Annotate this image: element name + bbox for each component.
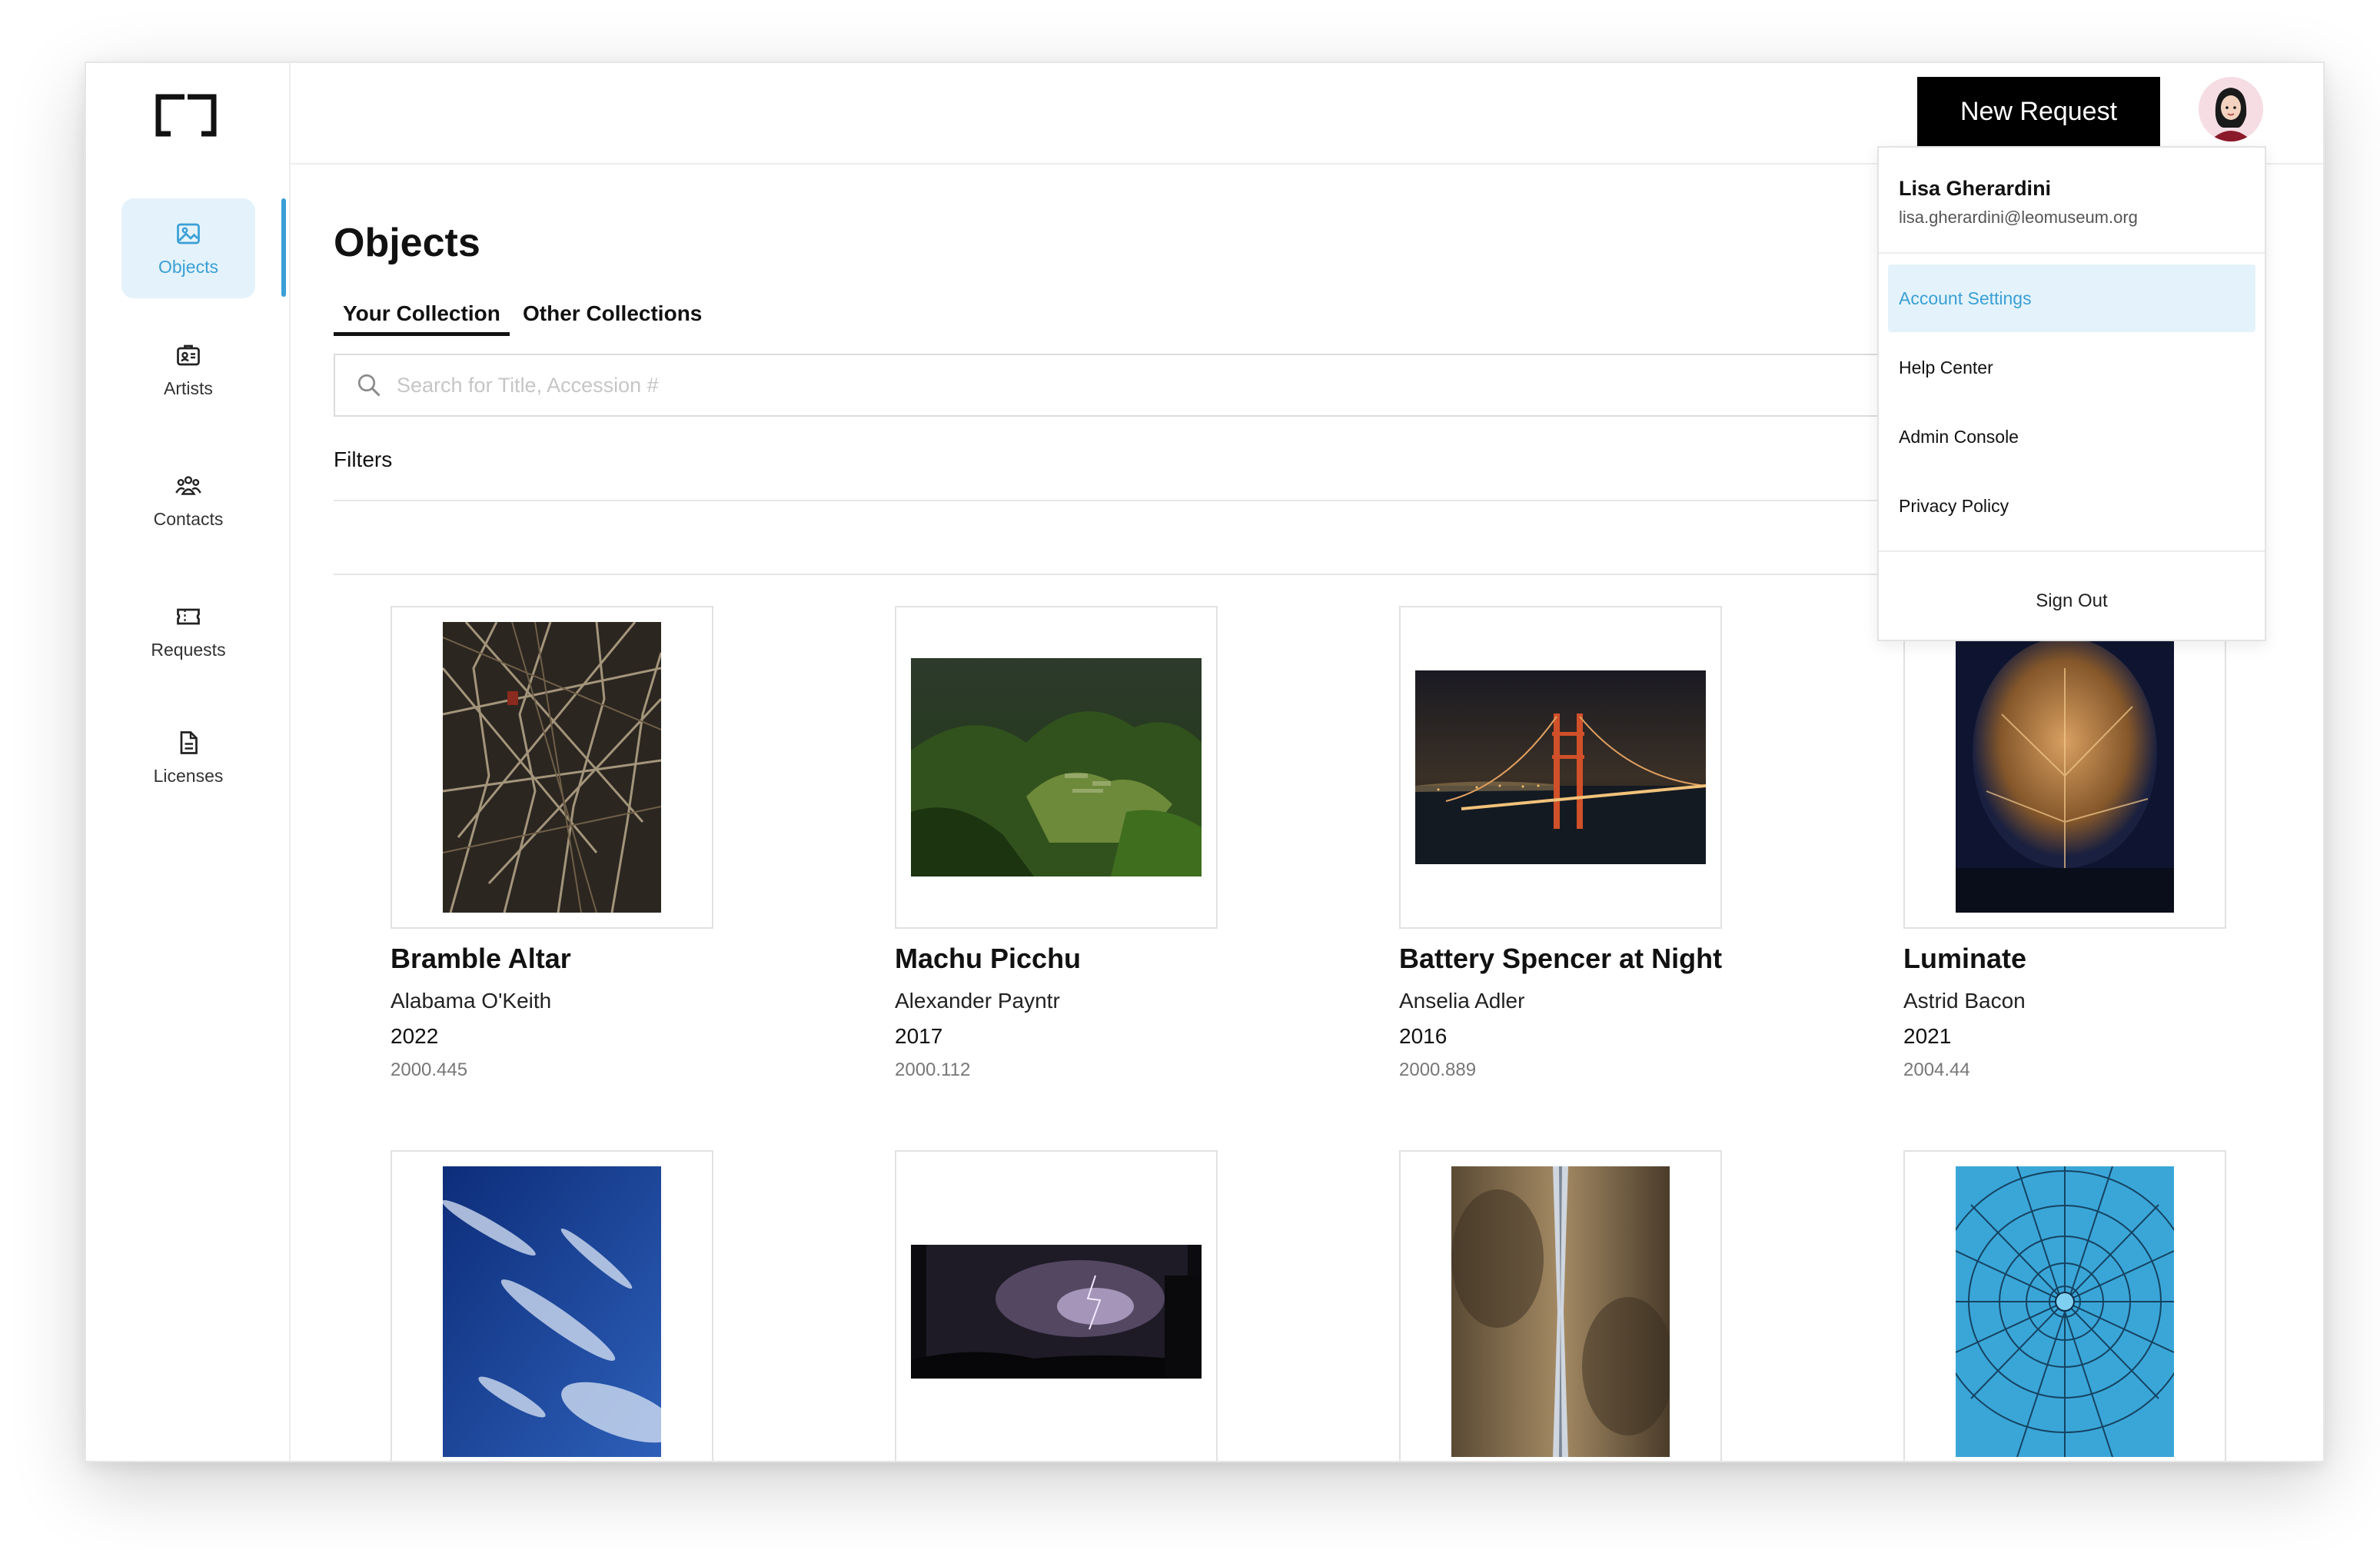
new-request-button[interactable]: New Request — [1917, 77, 2160, 146]
user-name: Lisa Gherardini — [1899, 177, 2052, 200]
object-thumbnail[interactable] — [1903, 1150, 2226, 1461]
menu-item-help-center[interactable]: Help Center — [1888, 334, 2255, 401]
object-title[interactable]: Bramble Altar — [391, 943, 713, 975]
search-input[interactable] — [397, 373, 1780, 397]
menu-divider — [1879, 550, 2265, 552]
artwork-image — [443, 622, 661, 913]
object-title[interactable]: Machu Picchu — [895, 943, 1218, 975]
filters-toggle[interactable]: Filters — [334, 447, 392, 472]
object-thumbnail[interactable] — [391, 606, 713, 929]
sidebar-item-label: Contacts — [153, 508, 224, 529]
ticket-icon — [177, 608, 200, 624]
artwork-image — [911, 658, 1202, 876]
sidebar-item-label: Artists — [164, 378, 213, 398]
sidebar: Objects Artists Contacts Requests Licens… — [86, 63, 291, 1461]
object-card[interactable]: Luminate Astrid Bacon 2021 2004.44 — [1903, 606, 2226, 1081]
sidebar-item-objects[interactable]: Objects — [121, 198, 255, 298]
object-year: 2017 — [895, 1024, 943, 1048]
document-icon — [180, 730, 198, 754]
sidebar-item-label: Requests — [151, 639, 226, 660]
sidebar-item-requests[interactable]: Requests — [121, 581, 255, 681]
object-thumbnail[interactable] — [895, 606, 1218, 929]
object-year: 2022 — [391, 1024, 439, 1048]
page-title: Objects — [334, 221, 480, 265]
menu-item-account-settings[interactable]: Account Settings — [1888, 264, 2255, 332]
id-card-icon — [177, 344, 200, 365]
object-year: 2021 — [1903, 1024, 1952, 1048]
artwork-image — [1956, 1166, 2174, 1457]
app-window: Objects Artists Contacts Requests Licens… — [85, 62, 2325, 1462]
sidebar-item-artists[interactable]: Artists — [121, 320, 255, 420]
sidebar-item-contacts[interactable]: Contacts — [121, 451, 255, 550]
tab-other-collections[interactable]: Other Collections — [514, 295, 711, 332]
object-card[interactable]: Battery Spencer at Night Anselia Adler 2… — [1399, 606, 1722, 1081]
sign-out-button[interactable]: Sign Out — [1879, 578, 2265, 624]
menu-item-admin-console[interactable]: Admin Console — [1888, 403, 2255, 471]
object-card[interactable] — [391, 1150, 713, 1461]
menu-divider — [1879, 252, 2265, 254]
user-avatar[interactable] — [2199, 77, 2263, 141]
artwork-image — [1451, 1166, 1670, 1457]
user-menu: Lisa Gherardini lisa.gherardini@leomuseu… — [1877, 146, 2266, 641]
sidebar-item-licenses[interactable]: Licenses — [121, 707, 255, 807]
object-thumbnail[interactable] — [895, 1150, 1218, 1461]
app-logo[interactable] — [154, 92, 218, 138]
artwork-image — [911, 1245, 1202, 1379]
group-icon — [175, 475, 201, 495]
object-thumbnail[interactable] — [1399, 1150, 1722, 1461]
object-card[interactable] — [1399, 1150, 1722, 1461]
user-email: lisa.gherardini@leomuseum.org — [1899, 208, 2138, 227]
sidebar-item-label: Licenses — [153, 765, 224, 786]
object-card[interactable] — [1903, 1150, 2226, 1461]
object-thumbnail[interactable] — [391, 1150, 713, 1461]
sidebar-item-label: Objects — [158, 256, 218, 277]
object-artist: Alabama O'Keith — [391, 989, 552, 1013]
object-title[interactable]: Battery Spencer at Night — [1399, 943, 1722, 975]
object-card[interactable]: Bramble Altar Alabama O'Keith 2022 2000.… — [391, 606, 713, 1081]
object-year: 2016 — [1399, 1024, 1448, 1048]
object-accession: 2000.112 — [895, 1059, 971, 1080]
object-accession: 2000.445 — [391, 1059, 468, 1080]
tab-your-collection[interactable]: Your Collection — [334, 295, 510, 336]
object-card[interactable]: Machu Picchu Alexander Payntr 2017 2000.… — [895, 606, 1218, 1081]
artwork-image — [443, 1166, 661, 1457]
active-indicator — [281, 198, 286, 297]
menu-item-privacy-policy[interactable]: Privacy Policy — [1888, 472, 2255, 540]
artwork-image — [1956, 622, 2174, 913]
object-thumbnail[interactable] — [1903, 606, 2226, 929]
search-icon — [357, 374, 381, 397]
image-icon — [177, 223, 200, 244]
object-accession: 2000.889 — [1399, 1059, 1477, 1080]
object-artist: Astrid Bacon — [1903, 989, 2026, 1013]
avatar-illustration — [2199, 77, 2263, 141]
object-accession: 2004.44 — [1903, 1059, 1970, 1080]
object-card[interactable] — [895, 1150, 1218, 1461]
object-thumbnail[interactable] — [1399, 606, 1722, 929]
artwork-image — [1415, 670, 1706, 864]
object-artist: Anselia Adler — [1399, 989, 1525, 1013]
object-artist: Alexander Payntr — [895, 989, 1060, 1013]
object-title[interactable]: Luminate — [1903, 943, 2226, 975]
